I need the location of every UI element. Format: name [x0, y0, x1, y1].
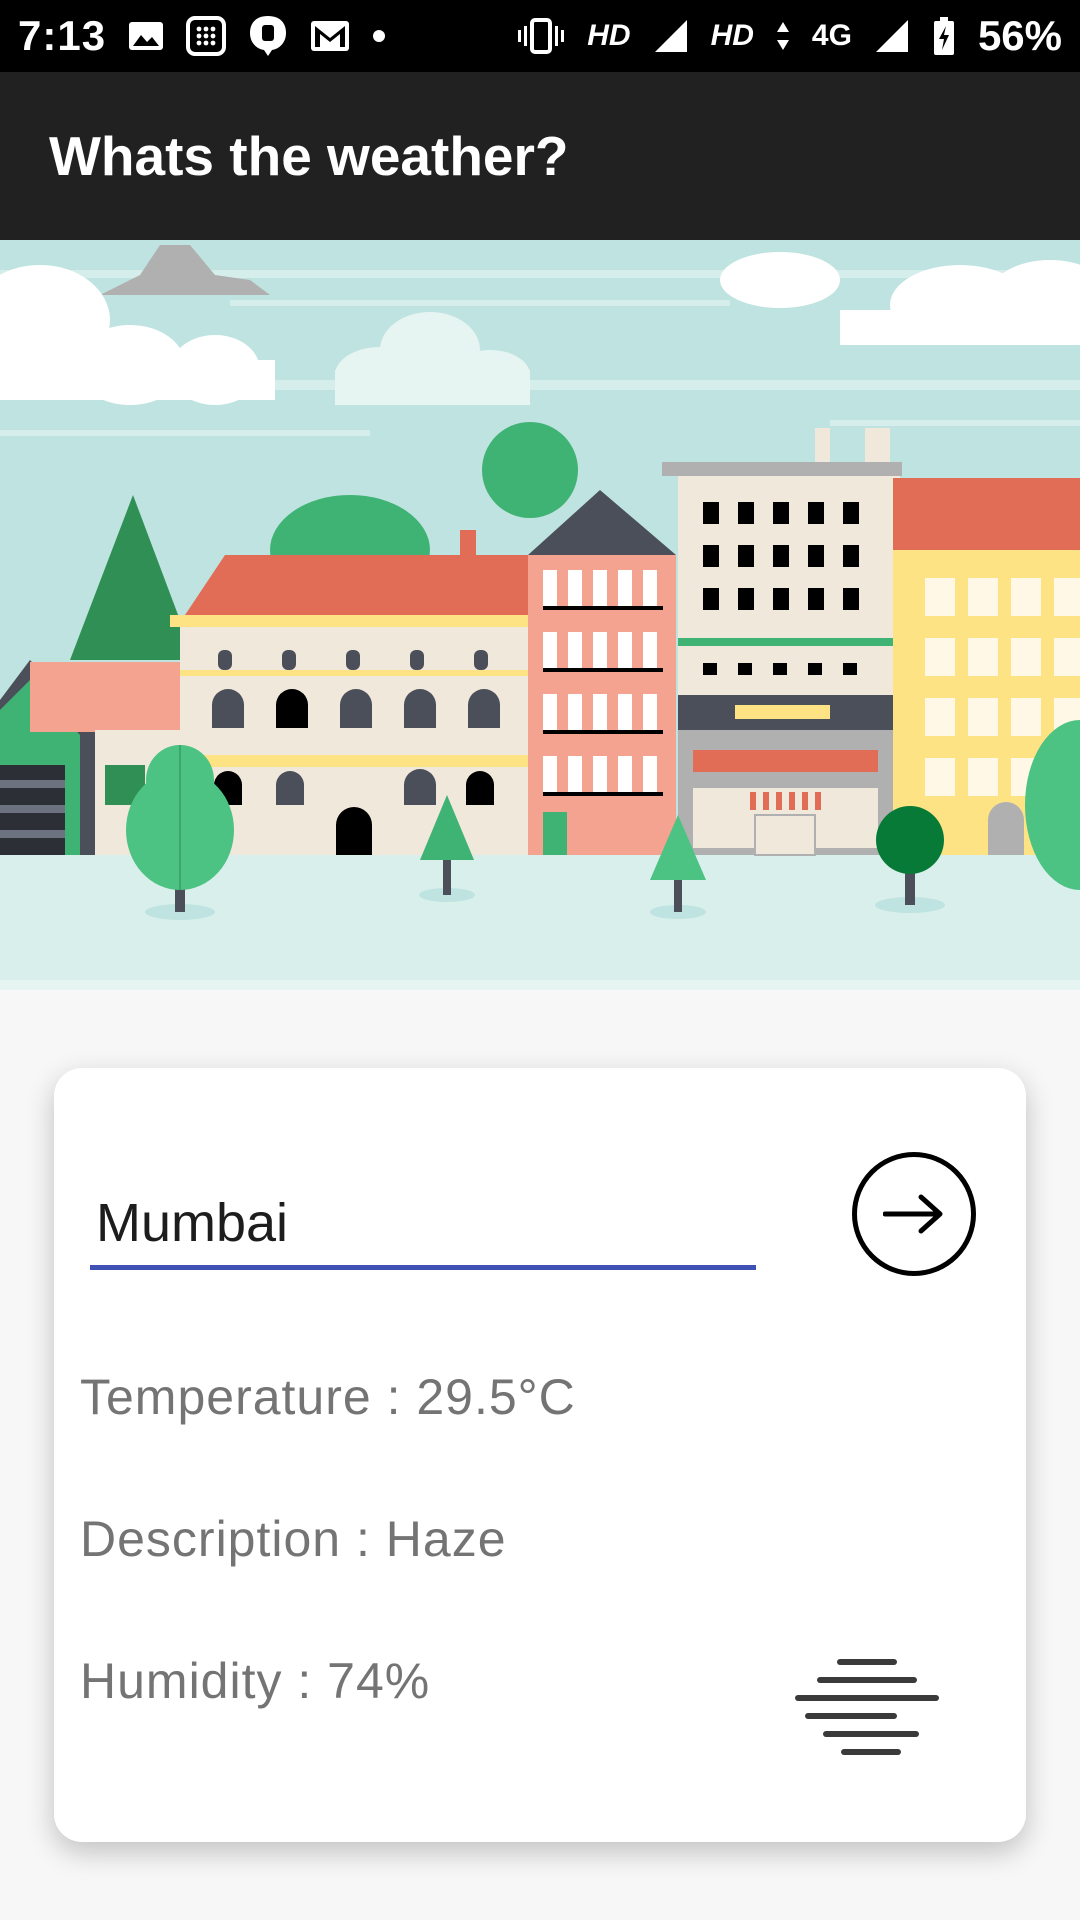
signal-icon [874, 18, 910, 54]
humidity-text: Humidity : 74% [80, 1653, 431, 1709]
description-text: Description : Haze [80, 1511, 507, 1567]
dot-icon [372, 29, 386, 43]
vibrate-icon [517, 18, 565, 54]
city-input[interactable] [90, 1180, 756, 1270]
battery-charging-icon [932, 16, 956, 56]
app-title: Whats the weather? [49, 125, 569, 187]
data-arrows-icon [776, 21, 790, 51]
calculator-icon [186, 16, 227, 56]
battery-percent: 56% [977, 12, 1062, 59]
app-bar: Whats the weather? [0, 72, 1080, 240]
status-bar-left: 7:13 [18, 12, 386, 60]
arrow-right-icon [883, 1194, 943, 1234]
city-illustration [0, 240, 1080, 990]
image-icon [128, 21, 164, 51]
hd-label-2: HD [710, 19, 754, 52]
status-bar-right: HD HD 4G 56% [517, 12, 1062, 60]
hd-label-1: HD [587, 19, 631, 52]
go-button[interactable] [852, 1152, 976, 1276]
message-icon [248, 14, 288, 58]
weather-card: Temperature : 29.5°C Description : Haze … [54, 1068, 1026, 1842]
signal-icon [653, 18, 689, 54]
gmail-icon [310, 20, 350, 52]
status-time: 7:13 [18, 12, 107, 59]
status-bar: 7:13 HD HD 4G 56% [0, 0, 1080, 72]
haze-icon [792, 1656, 944, 1761]
network-type: 4G [811, 19, 852, 52]
temperature-text: Temperature : 29.5°C [80, 1369, 576, 1425]
